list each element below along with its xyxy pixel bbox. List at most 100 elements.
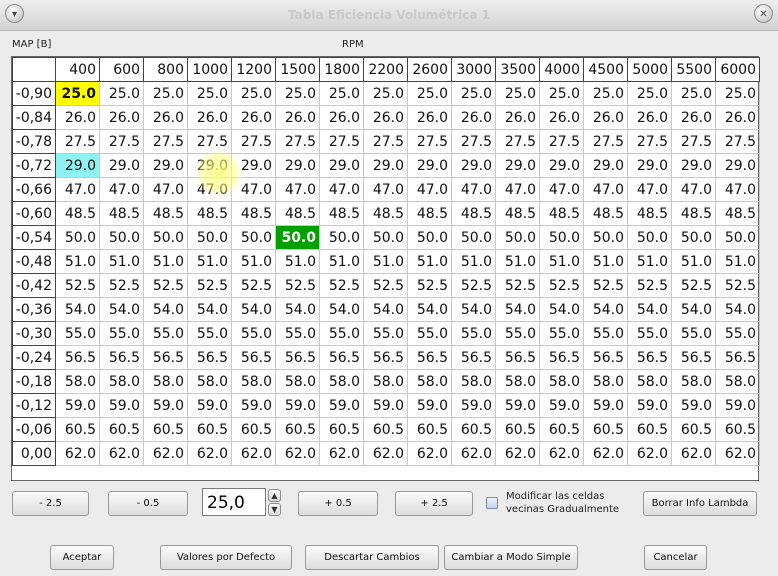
ve-cell[interactable]: 62.0 xyxy=(319,441,364,466)
ve-cell[interactable]: 55.0 xyxy=(143,321,188,346)
ve-cell[interactable]: 51.0 xyxy=(99,249,144,274)
ve-cell[interactable]: 27.5 xyxy=(627,129,672,154)
ve-cell[interactable]: 47.0 xyxy=(363,177,408,202)
ve-cell[interactable]: 59.0 xyxy=(671,393,716,418)
ve-cell[interactable]: 58.0 xyxy=(495,369,540,394)
ve-cell[interactable]: 25.0 xyxy=(495,81,540,106)
ve-cell[interactable]: 48.5 xyxy=(143,201,188,226)
ve-cell[interactable]: 60.5 xyxy=(319,417,364,442)
ve-cell[interactable]: 26.0 xyxy=(275,105,320,130)
ve-cell[interactable]: 56.5 xyxy=(539,345,584,370)
ve-cell[interactable]: 60.5 xyxy=(495,417,540,442)
ve-cell[interactable]: 27.5 xyxy=(451,129,496,154)
ve-cell[interactable]: 48.5 xyxy=(583,201,628,226)
ve-cell[interactable]: 48.5 xyxy=(55,201,100,226)
ve-cell[interactable]: 27.5 xyxy=(583,129,628,154)
minus-0-5-button[interactable]: - 0.5 xyxy=(108,491,188,516)
ve-cell[interactable]: 56.5 xyxy=(99,345,144,370)
ve-cell[interactable]: 52.5 xyxy=(583,273,628,298)
ve-cell[interactable]: 29.0 xyxy=(55,153,100,178)
ve-cell[interactable]: 62.0 xyxy=(275,441,320,466)
ve-cell[interactable]: 62.0 xyxy=(231,441,276,466)
ve-cell[interactable]: 26.0 xyxy=(583,105,628,130)
ve-cell[interactable]: 54.0 xyxy=(143,297,188,322)
plus-0-5-button[interactable]: + 0.5 xyxy=(298,491,378,516)
ve-cell[interactable]: 29.0 xyxy=(539,153,584,178)
ve-cell[interactable]: 25.0 xyxy=(275,81,320,106)
ve-cell[interactable]: 52.5 xyxy=(231,273,276,298)
ve-cell[interactable]: 52.5 xyxy=(671,273,716,298)
ve-cell[interactable]: 48.5 xyxy=(451,201,496,226)
ve-cell[interactable]: 62.0 xyxy=(627,441,672,466)
discard-button[interactable]: Descartar Cambios xyxy=(305,545,439,570)
ve-cell[interactable]: 55.0 xyxy=(187,321,232,346)
ve-cell[interactable]: 55.0 xyxy=(583,321,628,346)
ve-cell[interactable]: 56.5 xyxy=(363,345,408,370)
minus-2-5-button[interactable]: - 2.5 xyxy=(12,491,89,516)
ve-cell[interactable]: 62.0 xyxy=(187,441,232,466)
ve-cell[interactable]: 56.5 xyxy=(275,345,320,370)
ve-cell[interactable]: 62.0 xyxy=(539,441,584,466)
ve-cell[interactable]: 59.0 xyxy=(539,393,584,418)
ve-cell[interactable]: 52.5 xyxy=(627,273,672,298)
ve-cell[interactable]: 58.0 xyxy=(715,369,760,394)
ve-cell[interactable]: 25.0 xyxy=(99,81,144,106)
ve-cell[interactable]: 52.5 xyxy=(451,273,496,298)
ve-cell[interactable]: 62.0 xyxy=(143,441,188,466)
ve-cell[interactable]: 47.0 xyxy=(187,177,232,202)
ve-cell[interactable]: 58.0 xyxy=(627,369,672,394)
ve-cell[interactable]: 50.0 xyxy=(319,225,364,250)
ve-cell[interactable]: 50.0 xyxy=(275,225,320,250)
ve-cell[interactable]: 26.0 xyxy=(143,105,188,130)
ve-cell[interactable]: 29.0 xyxy=(715,153,760,178)
ve-cell[interactable]: 62.0 xyxy=(99,441,144,466)
ve-cell[interactable]: 29.0 xyxy=(187,153,232,178)
ve-cell[interactable]: 55.0 xyxy=(275,321,320,346)
ve-cell[interactable]: 60.5 xyxy=(715,417,760,442)
ve-cell[interactable]: 25.0 xyxy=(143,81,188,106)
ve-cell[interactable]: 58.0 xyxy=(451,369,496,394)
ve-cell[interactable]: 48.5 xyxy=(319,201,364,226)
ve-cell[interactable]: 51.0 xyxy=(583,249,628,274)
ve-cell[interactable]: 62.0 xyxy=(363,441,408,466)
ve-cell[interactable]: 54.0 xyxy=(407,297,452,322)
ve-cell[interactable]: 25.0 xyxy=(451,81,496,106)
ve-cell[interactable]: 62.0 xyxy=(451,441,496,466)
ve-cell[interactable]: 29.0 xyxy=(671,153,716,178)
ve-cell[interactable]: 29.0 xyxy=(319,153,364,178)
ve-cell[interactable]: 25.0 xyxy=(539,81,584,106)
ve-cell[interactable]: 51.0 xyxy=(539,249,584,274)
ve-cell[interactable]: 58.0 xyxy=(231,369,276,394)
ve-cell[interactable]: 55.0 xyxy=(451,321,496,346)
ve-cell[interactable]: 47.0 xyxy=(407,177,452,202)
accept-button[interactable]: Aceptar xyxy=(50,545,114,570)
ve-cell[interactable]: 50.0 xyxy=(407,225,452,250)
ve-cell[interactable]: 55.0 xyxy=(99,321,144,346)
ve-cell[interactable]: 58.0 xyxy=(539,369,584,394)
ve-cell[interactable]: 29.0 xyxy=(231,153,276,178)
ve-cell[interactable]: 55.0 xyxy=(55,321,100,346)
ve-cell[interactable]: 26.0 xyxy=(495,105,540,130)
ve-cell[interactable]: 51.0 xyxy=(715,249,760,274)
ve-cell[interactable]: 59.0 xyxy=(495,393,540,418)
ve-cell[interactable]: 58.0 xyxy=(187,369,232,394)
ve-cell[interactable]: 50.0 xyxy=(451,225,496,250)
ve-cell[interactable]: 54.0 xyxy=(715,297,760,322)
ve-cell[interactable]: 52.5 xyxy=(99,273,144,298)
ve-cell[interactable]: 25.0 xyxy=(715,81,760,106)
ve-cell[interactable]: 54.0 xyxy=(99,297,144,322)
ve-cell[interactable]: 55.0 xyxy=(495,321,540,346)
ve-cell[interactable]: 51.0 xyxy=(319,249,364,274)
ve-cell[interactable]: 55.0 xyxy=(539,321,584,346)
ve-cell[interactable]: 51.0 xyxy=(451,249,496,274)
ve-cell[interactable]: 52.5 xyxy=(187,273,232,298)
ve-cell[interactable]: 52.5 xyxy=(715,273,760,298)
ve-cell[interactable]: 59.0 xyxy=(275,393,320,418)
ve-cell[interactable]: 59.0 xyxy=(143,393,188,418)
ve-cell[interactable]: 58.0 xyxy=(275,369,320,394)
neighbors-checkbox[interactable] xyxy=(486,497,498,509)
ve-cell[interactable]: 54.0 xyxy=(451,297,496,322)
ve-cell[interactable]: 48.5 xyxy=(363,201,408,226)
ve-cell[interactable]: 51.0 xyxy=(671,249,716,274)
ve-cell[interactable]: 26.0 xyxy=(319,105,364,130)
